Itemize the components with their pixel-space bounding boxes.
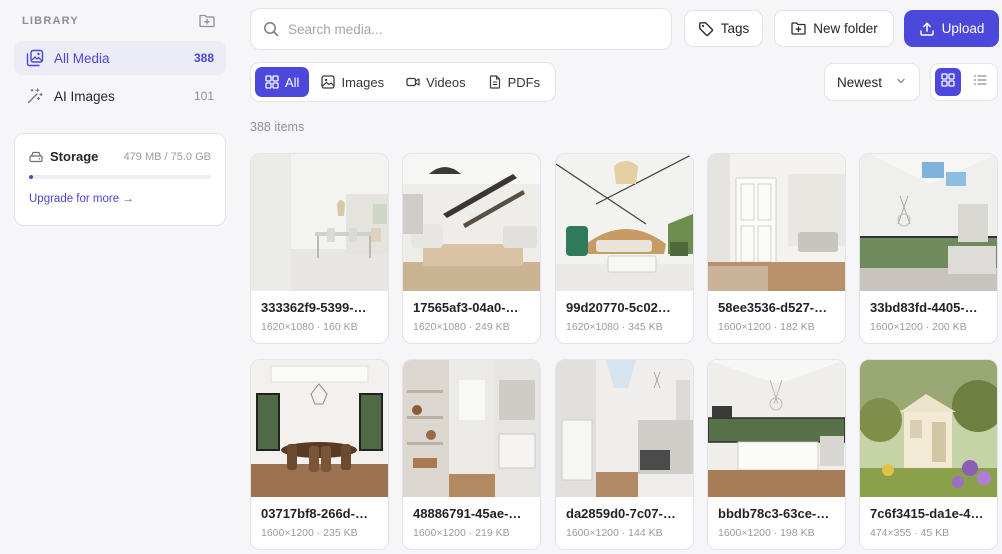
sidebar-item-ai-images[interactable]: AI Images 101 bbox=[14, 79, 226, 113]
media-meta: 1600×1200 · 198 KB bbox=[718, 527, 815, 539]
media-meta: 1620×1080 · 160 KB bbox=[261, 321, 358, 333]
search-bar bbox=[250, 8, 672, 50]
media-thumbnail bbox=[860, 360, 997, 497]
library-header: LIBRARY bbox=[22, 12, 216, 30]
media-thumbnail bbox=[708, 154, 845, 291]
media-meta: 1620×1080 · 345 KB bbox=[566, 321, 663, 333]
media-thumbnail bbox=[251, 360, 388, 497]
media-thumbnail bbox=[860, 154, 997, 291]
search-input[interactable] bbox=[288, 21, 659, 37]
media-card[interactable]: da2859d0-7c07-… 1600×1200 · 144 KB bbox=[555, 359, 694, 550]
tab-label: Images bbox=[341, 74, 385, 90]
sidebar-item-all-media[interactable]: All Media 388 bbox=[14, 41, 226, 75]
media-thumbnail bbox=[556, 360, 693, 497]
tab-pdfs[interactable]: PDFs bbox=[478, 67, 551, 97]
storage-title: Storage bbox=[50, 149, 99, 164]
magic-wand-icon bbox=[26, 87, 44, 105]
list-view-button[interactable] bbox=[967, 68, 993, 96]
media-name: 17565af3-04a0-… bbox=[413, 300, 519, 315]
storage-card: Storage 479 MB / 75.0 GB Upgrade for mor… bbox=[14, 133, 226, 226]
gallery-icon bbox=[26, 49, 44, 67]
view-toggle bbox=[930, 63, 998, 101]
media-thumbnail bbox=[403, 360, 540, 497]
media-name: 33bd83fd-4405-… bbox=[870, 300, 978, 315]
media-meta: 1600×1200 · 144 KB bbox=[566, 527, 663, 539]
document-icon bbox=[488, 75, 502, 89]
media-thumbnail bbox=[556, 154, 693, 291]
new-folder-icon[interactable] bbox=[198, 12, 216, 30]
sort-label: Newest bbox=[837, 74, 883, 90]
list-icon bbox=[973, 73, 987, 92]
media-card[interactable]: 33bd83fd-4405-… 1600×1200 · 200 KB bbox=[859, 153, 998, 344]
upload-label: Upload bbox=[941, 21, 985, 36]
video-icon bbox=[406, 75, 420, 89]
media-name: 03717bf8-266d-… bbox=[261, 506, 368, 521]
storage-progress-bar bbox=[29, 175, 211, 179]
upgrade-link[interactable]: Upgrade for more → bbox=[29, 193, 134, 205]
media-name: 48886791-45ae-… bbox=[413, 506, 522, 521]
sidebar-item-label: All Media bbox=[54, 50, 110, 66]
sidebar-item-count: 101 bbox=[193, 89, 214, 103]
media-card[interactable]: 17565af3-04a0-… 1620×1080 · 249 KB bbox=[402, 153, 541, 344]
tab-label: All bbox=[285, 74, 300, 90]
tab-label: Videos bbox=[426, 74, 466, 90]
media-name: da2859d0-7c07-… bbox=[566, 506, 676, 521]
upload-icon bbox=[919, 21, 935, 37]
chevron-down-icon bbox=[895, 75, 907, 90]
media-thumbnail bbox=[251, 154, 388, 291]
media-card[interactable]: 99d20770-5c02… 1620×1080 · 345 KB bbox=[555, 153, 694, 344]
sidebar-item-count: 388 bbox=[193, 51, 214, 65]
type-filter-tabs: All Images Videos PDFs bbox=[250, 62, 556, 102]
sidebar-item-label: AI Images bbox=[54, 88, 115, 104]
grid-icon bbox=[941, 72, 955, 92]
media-meta: 1600×1200 · 200 KB bbox=[870, 321, 967, 333]
storage-progress-fill bbox=[29, 175, 33, 179]
tag-icon bbox=[698, 21, 714, 37]
sort-dropdown[interactable]: Newest bbox=[824, 63, 920, 101]
library-title: LIBRARY bbox=[22, 15, 79, 27]
tags-label: Tags bbox=[720, 21, 750, 36]
media-meta: 1600×1200 · 219 KB bbox=[413, 527, 510, 539]
upload-button[interactable]: Upload bbox=[904, 10, 999, 47]
media-thumbnail bbox=[708, 360, 845, 497]
sidebar: LIBRARY All Media 388 AI Images 101 Stor… bbox=[0, 0, 238, 554]
media-card[interactable]: 333362f9-5399-… 1620×1080 · 160 KB bbox=[250, 153, 389, 344]
tab-images[interactable]: Images bbox=[311, 67, 394, 97]
media-thumbnail bbox=[403, 154, 540, 291]
tab-all[interactable]: All bbox=[255, 67, 310, 97]
media-name: 7c6f3415-da1e-4… bbox=[870, 506, 984, 521]
grid-icon bbox=[265, 75, 279, 89]
media-card[interactable]: 58ee3536-d527-… 1600×1200 · 182 KB bbox=[707, 153, 846, 344]
image-icon bbox=[321, 75, 336, 89]
hard-drive-icon bbox=[29, 150, 43, 164]
media-card[interactable]: bbdb78c3-63ce-… 1600×1200 · 198 KB bbox=[707, 359, 846, 550]
new-folder-label: New folder bbox=[813, 21, 878, 36]
media-card[interactable]: 48886791-45ae-… 1600×1200 · 219 KB bbox=[402, 359, 541, 550]
tab-label: PDFs bbox=[507, 74, 541, 90]
media-name: bbdb78c3-63ce-… bbox=[718, 506, 830, 521]
media-meta: 1600×1200 · 235 KB bbox=[261, 527, 358, 539]
media-meta: 1620×1080 · 249 KB bbox=[413, 321, 510, 333]
items-count: 388 items bbox=[250, 120, 305, 134]
media-name: 99d20770-5c02… bbox=[566, 300, 671, 315]
tags-button[interactable]: Tags bbox=[684, 10, 763, 47]
new-folder-button[interactable]: New folder bbox=[774, 10, 894, 47]
folder-plus-icon bbox=[790, 21, 806, 37]
media-name: 333362f9-5399-… bbox=[261, 300, 367, 315]
tab-videos[interactable]: Videos bbox=[396, 67, 476, 97]
search-icon bbox=[263, 21, 279, 37]
media-card[interactable]: 7c6f3415-da1e-4… 474×355 · 45 KB bbox=[859, 359, 998, 550]
media-meta: 1600×1200 · 182 KB bbox=[718, 321, 815, 333]
media-card[interactable]: 03717bf8-266d-… 1600×1200 · 235 KB bbox=[250, 359, 389, 550]
grid-view-button[interactable] bbox=[935, 68, 961, 96]
media-name: 58ee3536-d527-… bbox=[718, 300, 828, 315]
media-meta: 474×355 · 45 KB bbox=[870, 527, 950, 539]
storage-usage: 479 MB / 75.0 GB bbox=[123, 150, 211, 163]
